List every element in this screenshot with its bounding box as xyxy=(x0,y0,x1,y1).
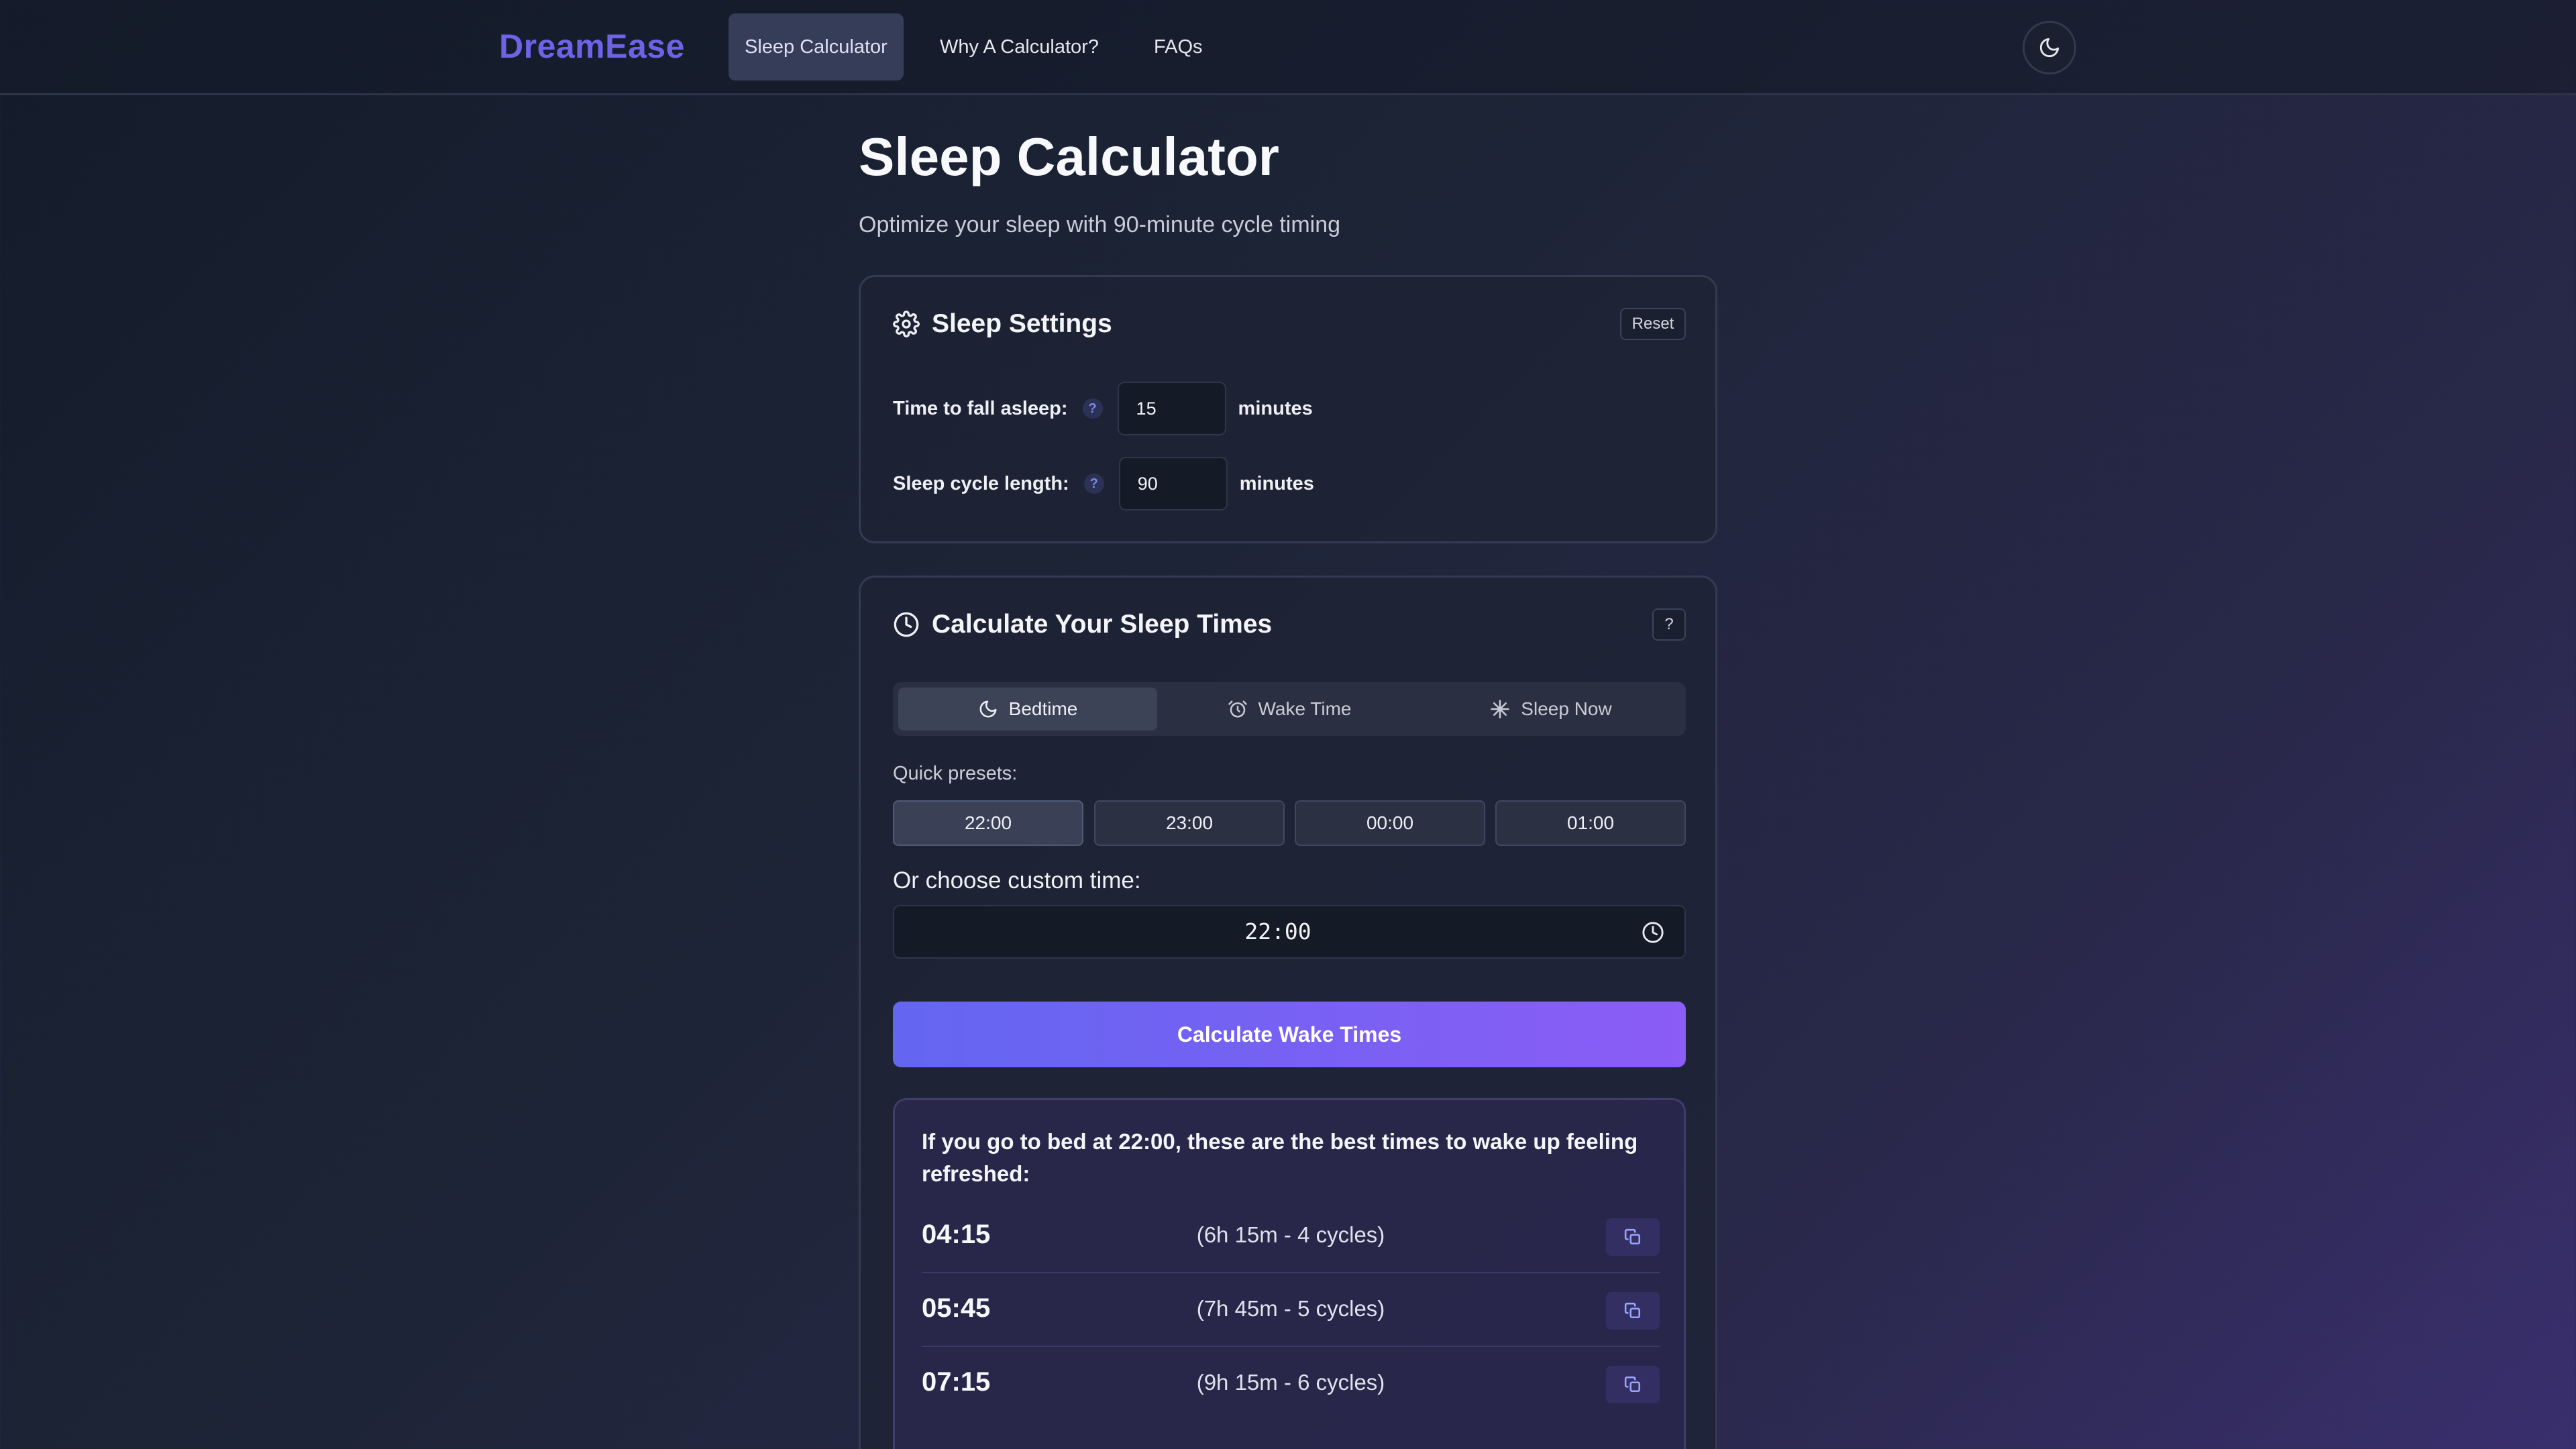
sleep-times-heading: Calculate Your Sleep Times xyxy=(893,610,1272,639)
theme-toggle-button[interactable] xyxy=(2023,21,2076,74)
sleep-times-card: Calculate Your Sleep Times ? Bedtime Wak… xyxy=(859,576,1717,1449)
tab-sleep-now-label: Sleep Now xyxy=(1521,698,1612,719)
presets-label: Quick presets: xyxy=(893,763,1018,784)
moon-icon xyxy=(979,700,997,718)
results-title: If you go to bed at 22:00, these are the… xyxy=(922,1129,1638,1186)
copy-button[interactable] xyxy=(1606,1218,1660,1256)
wake-time-detail: (9h 15m - 6 cycles) xyxy=(1196,1370,1385,1395)
sleep-settings-title: Sleep Settings xyxy=(932,309,1112,338)
copy-button[interactable] xyxy=(1606,1292,1660,1330)
result-row: 04:15 (6h 15m - 4 cycles) xyxy=(922,1201,1660,1273)
nav-why-a-calculator[interactable]: Why A Calculator? xyxy=(924,13,1115,80)
preset-button-0100[interactable]: 01:00 xyxy=(1495,800,1686,846)
custom-time-value: 22:00 xyxy=(1244,918,1311,945)
fall-asleep-help-icon[interactable]: ? xyxy=(1082,398,1103,419)
fall-asleep-label: Time to fall asleep: xyxy=(893,397,1068,419)
tab-wake-time-label: Wake Time xyxy=(1258,698,1352,719)
fall-asleep-unit: minutes xyxy=(1238,397,1313,419)
sleep-settings-heading: Sleep Settings xyxy=(893,309,1112,339)
page-subtitle: Optimize your sleep with 90-minute cycle… xyxy=(859,212,1341,237)
gear-icon xyxy=(893,311,920,337)
custom-time-input[interactable]: 22:00 xyxy=(893,905,1686,959)
nav-sleep-calculator[interactable]: Sleep Calculator xyxy=(729,13,904,80)
result-row: 07:15 (9h 15m - 6 cycles) xyxy=(922,1348,1660,1421)
sleep-settings-card: Sleep Settings Reset Time to fall asleep… xyxy=(859,275,1717,543)
page-title: Sleep Calculator xyxy=(859,127,1279,186)
help-button[interactable]: ? xyxy=(1652,608,1686,641)
fall-asleep-input[interactable]: 15 xyxy=(1117,382,1226,435)
copy-icon xyxy=(1624,1376,1641,1393)
cycle-length-unit: minutes xyxy=(1239,472,1314,494)
wake-time-detail: (6h 15m - 4 cycles) xyxy=(1196,1222,1385,1247)
tab-bedtime-label: Bedtime xyxy=(1008,698,1078,719)
cycle-length-label: Sleep cycle length: xyxy=(893,472,1069,494)
tab-wake-time[interactable]: Wake Time xyxy=(1160,688,1419,731)
moon-icon xyxy=(2039,38,2059,58)
calculate-wake-times-button[interactable]: Calculate Wake Times xyxy=(893,1002,1686,1067)
clock-icon xyxy=(894,612,919,637)
preset-button-2300[interactable]: 23:00 xyxy=(1094,800,1285,846)
wake-time-detail: (7h 45m - 5 cycles) xyxy=(1196,1296,1385,1321)
brand-logo[interactable]: DreamEase xyxy=(499,27,685,66)
clock-icon[interactable] xyxy=(1642,921,1664,944)
copy-icon xyxy=(1624,1302,1641,1319)
top-navbar: DreamEase Sleep Calculator Why A Calcula… xyxy=(0,0,2576,95)
custom-time-label: Or choose custom time: xyxy=(893,867,1141,894)
sleep-times-title: Calculate Your Sleep Times xyxy=(932,610,1273,639)
results-panel: If you go to bed at 22:00, these are the… xyxy=(893,1098,1686,1449)
preset-button-0000[interactable]: 00:00 xyxy=(1295,800,1485,846)
nav-faqs[interactable]: FAQs xyxy=(1138,13,1219,80)
fall-asleep-row: Time to fall asleep: ? 15 minutes xyxy=(893,382,1313,435)
mode-tabs: Bedtime Wake Time Sleep Now xyxy=(893,682,1686,736)
cycle-length-input[interactable]: 90 xyxy=(1118,457,1228,511)
result-row: 05:45 (7h 45m - 5 cycles) xyxy=(922,1275,1660,1347)
preset-button-2200[interactable]: 22:00 xyxy=(893,800,1083,846)
cycle-length-row: Sleep cycle length: ? 90 minutes xyxy=(893,457,1314,511)
tab-sleep-now[interactable]: Sleep Now xyxy=(1421,688,1680,731)
reset-button[interactable]: Reset xyxy=(1620,308,1686,340)
copy-icon xyxy=(1624,1228,1641,1245)
cycle-length-help-icon[interactable]: ? xyxy=(1083,474,1104,494)
sparkle-icon xyxy=(1491,700,1510,718)
tab-bedtime[interactable]: Bedtime xyxy=(898,688,1157,731)
alarm-clock-icon xyxy=(1228,700,1247,718)
copy-button[interactable] xyxy=(1606,1366,1660,1403)
